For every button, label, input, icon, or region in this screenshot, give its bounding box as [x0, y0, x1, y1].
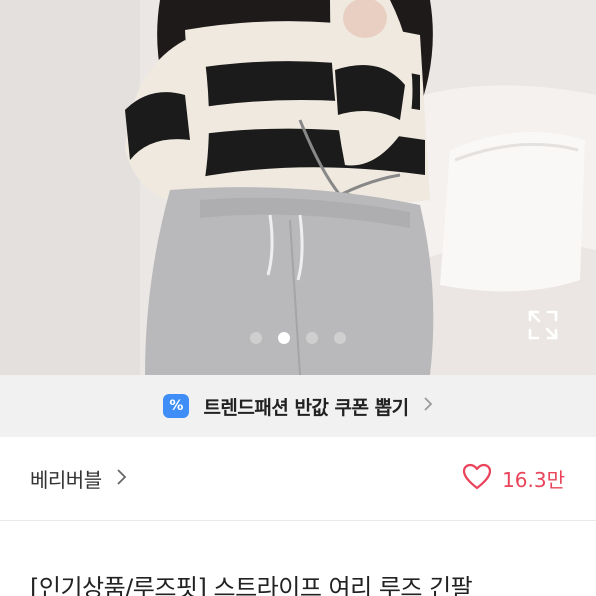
coupon-banner[interactable]: % 트렌드패션 반값 쿠폰 뽑기 — [0, 375, 596, 437]
expand-icon[interactable] — [526, 308, 560, 342]
seller-name[interactable]: 베리버블 — [30, 464, 102, 493]
seller-row: 베리버블 16.3만 — [0, 437, 596, 521]
product-detail-page: % 트렌드패션 반값 쿠폰 뽑기 베리버블 16.3만 [인기상품/루즈핏] 스… — [0, 0, 596, 596]
percent-coupon-icon: % — [163, 394, 190, 418]
like-button[interactable]: 16.3만 — [462, 463, 565, 494]
chevron-right-icon — [423, 396, 433, 416]
product-photo-illustration — [0, 0, 596, 375]
section-divider — [0, 522, 596, 540]
heart-icon — [462, 463, 492, 494]
coupon-icon-glyph: % — [169, 398, 184, 414]
like-count: 16.3만 — [502, 468, 565, 492]
carousel-dot-active[interactable] — [278, 332, 290, 344]
carousel-dot[interactable] — [334, 332, 346, 344]
chevron-right-icon[interactable] — [116, 468, 127, 490]
carousel-dot[interactable] — [250, 332, 262, 344]
product-image[interactable] — [0, 0, 596, 375]
coupon-text: 트렌드패션 반값 쿠폰 뽑기 — [203, 396, 409, 419]
carousel-indicator — [0, 332, 596, 344]
carousel-dot[interactable] — [306, 332, 318, 344]
product-title: [인기상품/루즈핏] 스트라이프 여리 루즈 긴팔 — [30, 574, 473, 596]
